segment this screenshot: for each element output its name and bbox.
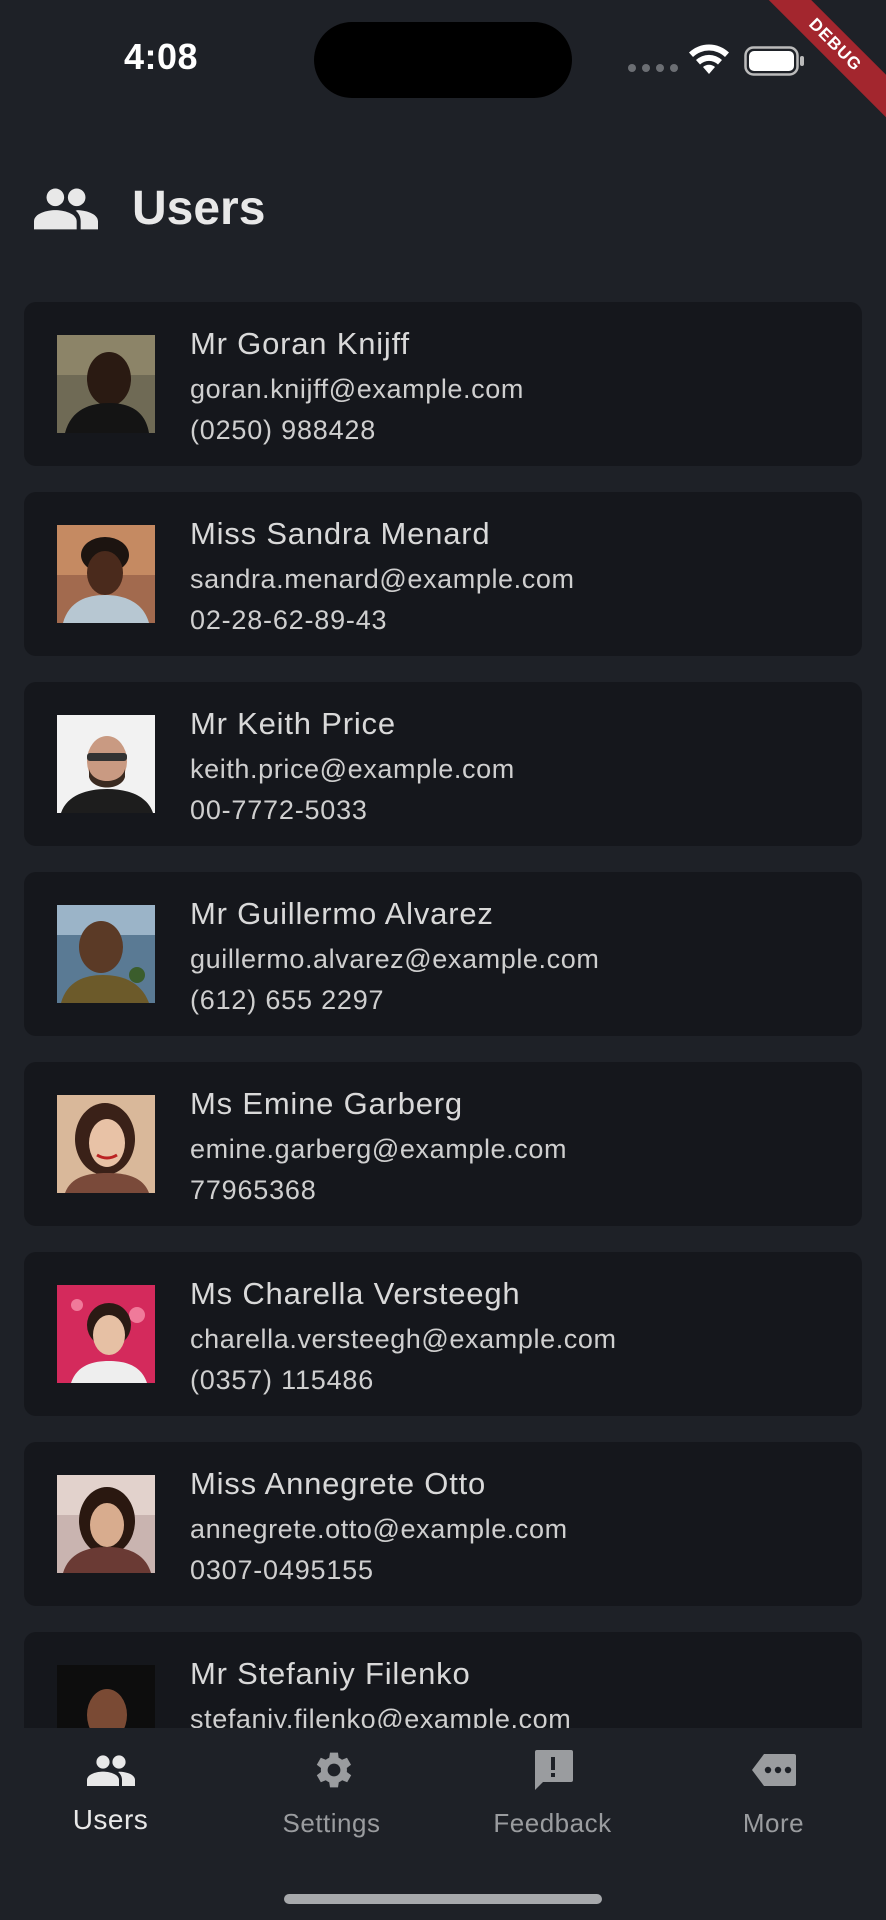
user-avatar (57, 1285, 155, 1383)
group-icon (34, 188, 98, 230)
nav-item-settings[interactable]: Settings (221, 1746, 442, 1856)
user-card[interactable]: Miss Annegrete Otto annegrete.otto@examp… (24, 1442, 862, 1606)
nav-item-more[interactable]: More (663, 1746, 884, 1856)
user-avatar (57, 1665, 155, 1728)
status-time: 4:08 (124, 36, 199, 77)
user-email: guillermo.alvarez@example.com (190, 944, 600, 974)
user-avatar (57, 1095, 155, 1193)
user-phone: 00-7772-5033 (190, 795, 368, 825)
user-email: keith.price@example.com (190, 754, 515, 784)
gear-icon (316, 1752, 351, 1788)
user-avatar (57, 525, 155, 623)
nav-label: Settings (282, 1808, 381, 1838)
cellular-signal-icon (628, 64, 678, 72)
user-card[interactable]: Mr Goran Knijff goran.knijff@example.com… (24, 302, 862, 466)
user-phone: (612) 655 2297 (190, 985, 385, 1015)
user-email: annegrete.otto@example.com (190, 1514, 568, 1544)
nav-label: Users (72, 1804, 149, 1835)
user-email: stefaniy.filenko@example.com (190, 1704, 572, 1728)
user-avatar (57, 905, 155, 1003)
user-avatar (57, 335, 155, 433)
user-card[interactable]: Mr Stefaniy Filenko stefaniy.filenko@exa… (24, 1632, 862, 1728)
user-name: Mr Keith Price (190, 706, 396, 741)
nav-label: Feedback (493, 1808, 612, 1838)
feedback-icon (534, 1750, 573, 1790)
user-name: Ms Charella Versteegh (190, 1276, 521, 1311)
user-phone: (0357) 115486 (190, 1365, 375, 1395)
wifi-icon (689, 44, 729, 74)
user-card[interactable]: Ms Charella Versteegh charella.versteegh… (24, 1252, 862, 1416)
more-icon (751, 1754, 796, 1786)
user-phone: 0307-0495155 (190, 1555, 374, 1585)
user-list[interactable]: Mr Goran Knijff goran.knijff@example.com… (24, 302, 862, 1728)
user-card[interactable]: Ms Emine Garberg emine.garberg@example.c… (24, 1062, 862, 1226)
group-icon (86, 1755, 135, 1786)
user-name: Mr Guillermo Alvarez (190, 896, 494, 931)
user-avatar (57, 715, 155, 813)
page-header: Users (34, 178, 265, 238)
user-card[interactable]: Mr Guillermo Alvarez guillermo.alvarez@e… (24, 872, 862, 1036)
user-email: charella.versteegh@example.com (190, 1324, 617, 1354)
user-name: Miss Annegrete Otto (190, 1466, 487, 1501)
user-name: Mr Goran Knijff (190, 326, 410, 361)
nav-item-feedback[interactable]: Feedback (442, 1746, 663, 1856)
user-email: goran.knijff@example.com (190, 374, 524, 404)
user-phone: 77965368 (190, 1175, 317, 1205)
status-bar: 4:08 DEBUG (0, 0, 886, 123)
user-email: sandra.menard@example.com (190, 564, 575, 594)
user-card[interactable]: Mr Keith Price keith.price@example.com 0… (24, 682, 862, 846)
user-email: emine.garberg@example.com (190, 1134, 568, 1164)
page-title: Users (132, 181, 266, 235)
user-card[interactable]: Miss Sandra Menard sandra.menard@example… (24, 492, 862, 656)
user-phone: 02-28-62-89-43 (190, 605, 388, 635)
dynamic-island (314, 22, 572, 98)
app-screen: 4:08 DEBUG Users Mr Goran Knijff goran.k… (0, 0, 886, 1920)
user-name: Ms Emine Garberg (190, 1086, 463, 1121)
nav-label: More (742, 1808, 805, 1838)
user-name: Mr Stefaniy Filenko (190, 1656, 471, 1691)
bottom-navigation-bar: Users Settings Feedback More (0, 1728, 886, 1920)
nav-item-users[interactable]: Users (0, 1746, 221, 1856)
home-indicator (284, 1894, 602, 1904)
user-avatar (57, 1475, 155, 1573)
battery-icon (744, 46, 804, 76)
user-phone: (0250) 988428 (190, 415, 377, 445)
user-name: Miss Sandra Menard (190, 516, 491, 551)
